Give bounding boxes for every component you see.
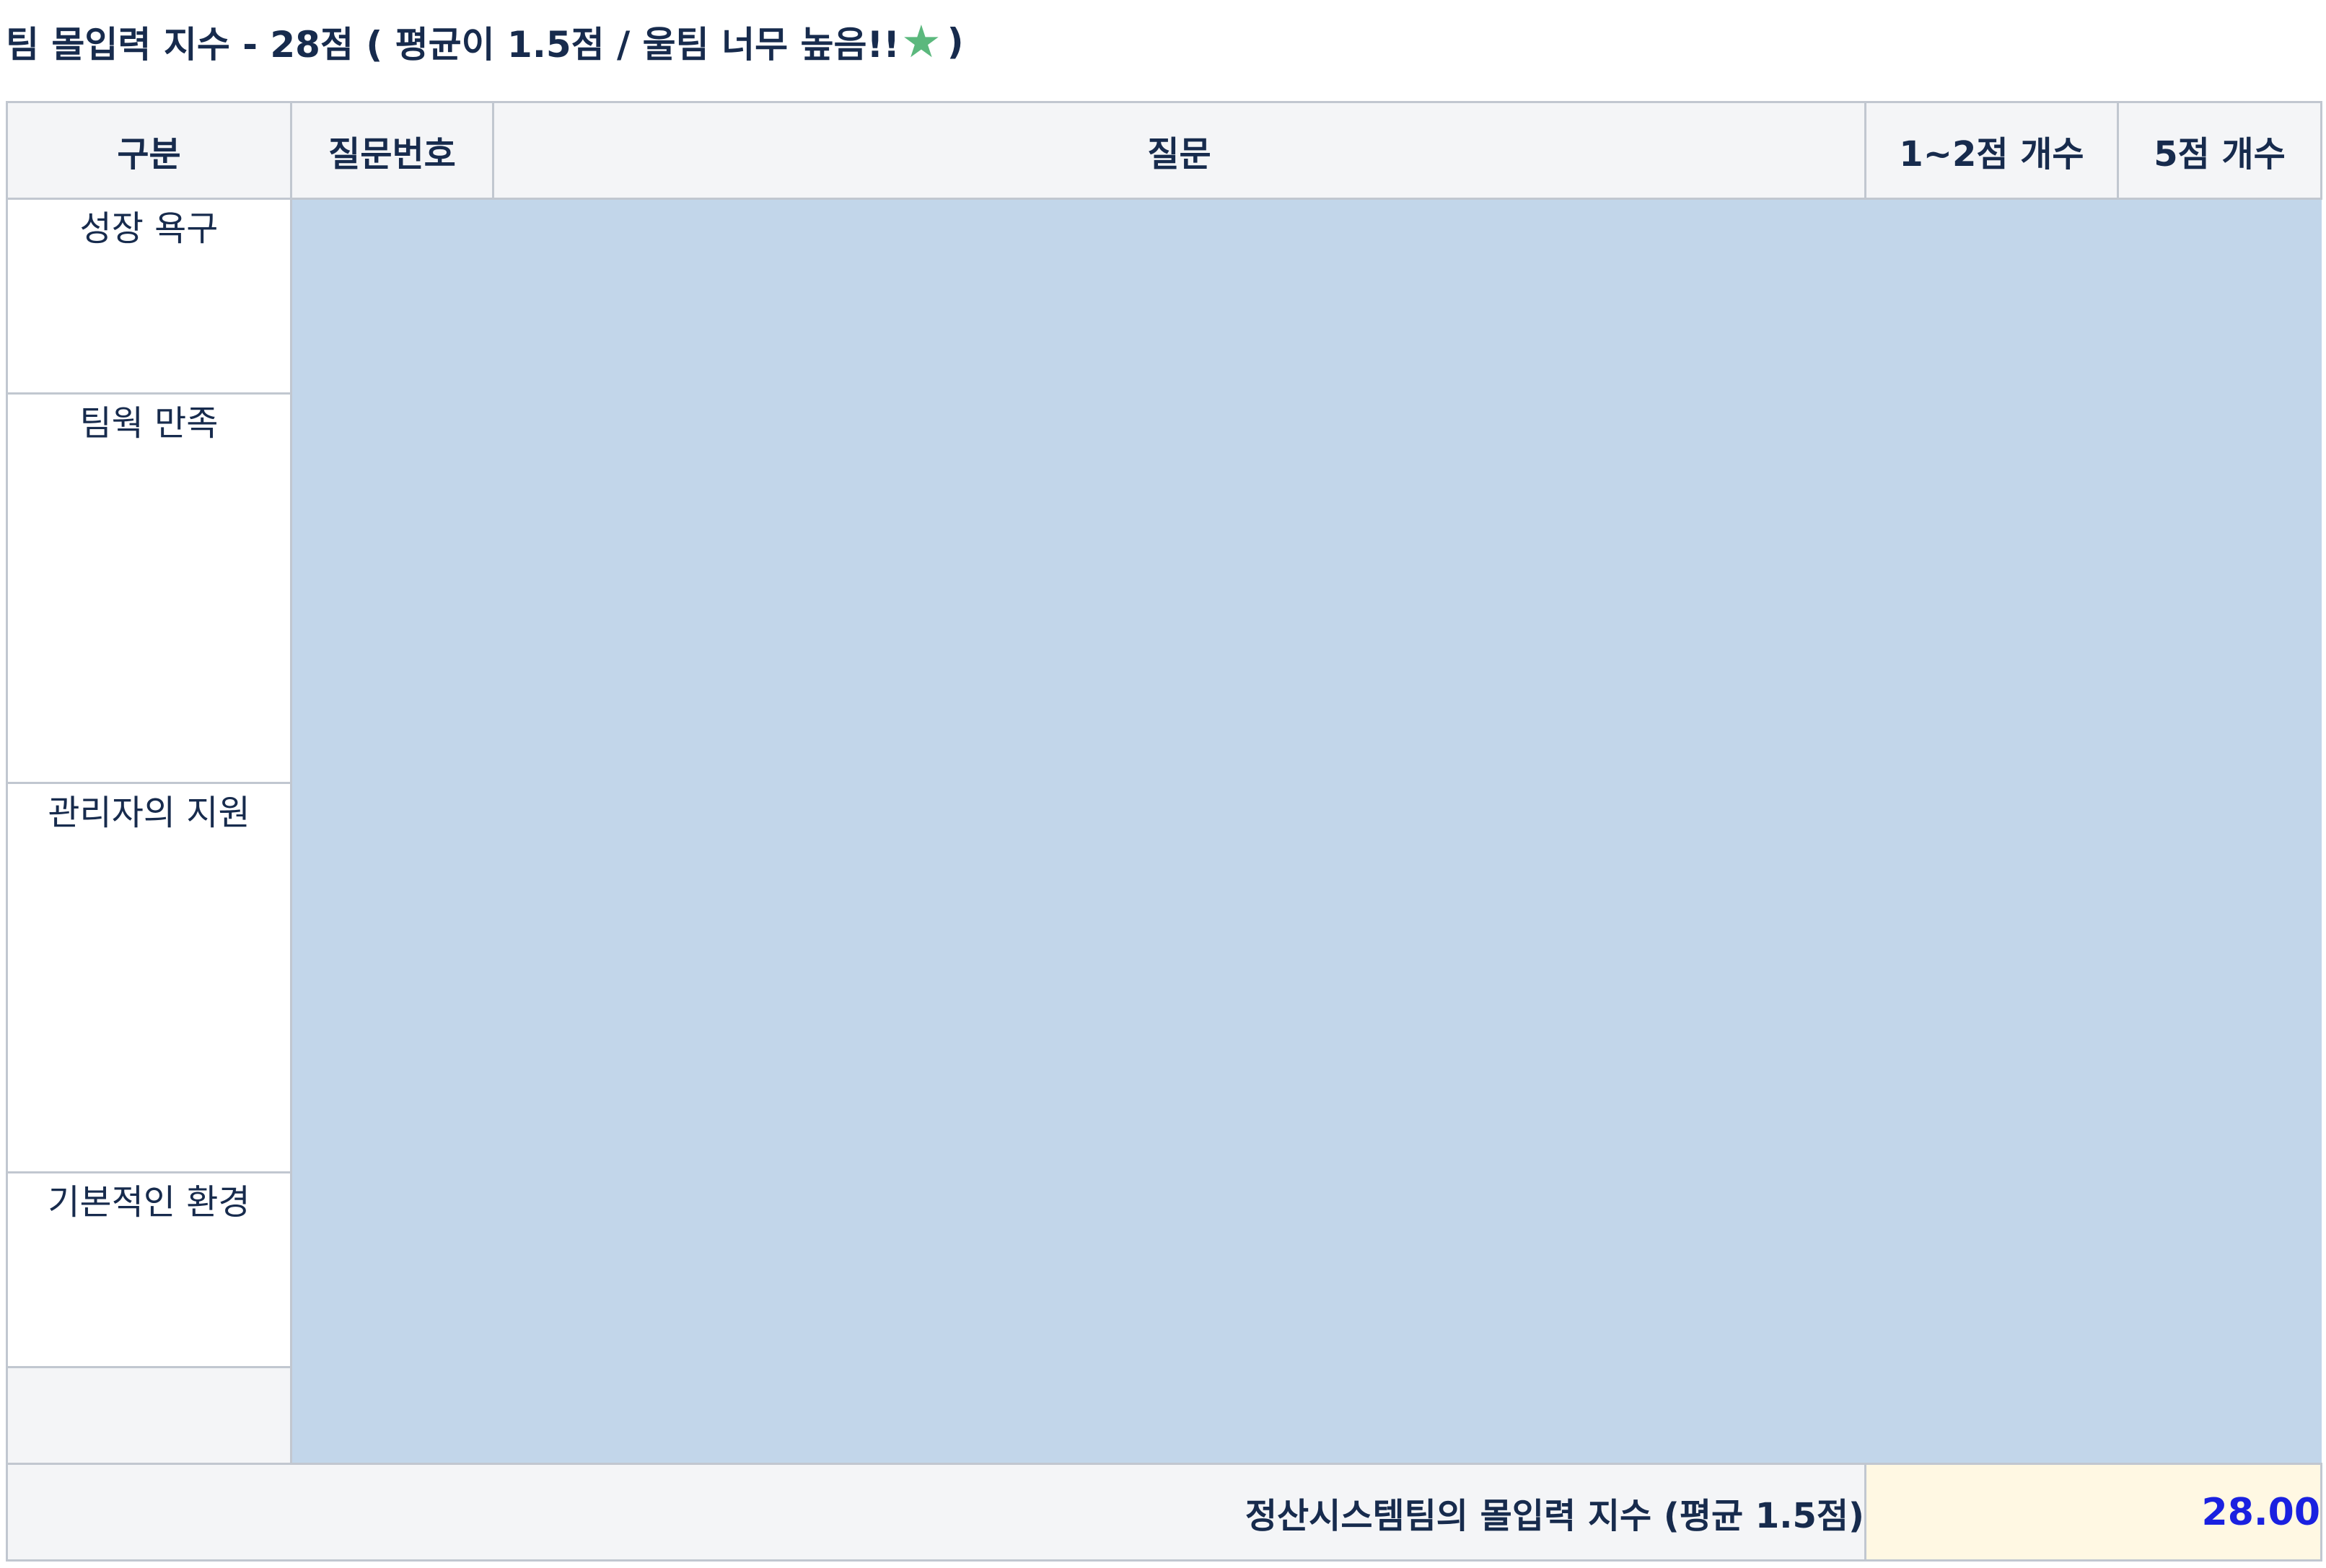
table-row: 성장 욕구 [6,198,2322,1464]
column-header-count-1-2: 1~2점 개수 [1864,101,2119,200]
column-header-question: 질문 [492,101,1866,200]
engagement-table: 구분 질문번호 질문 1~2점 개수 5점 개수 성장 욕구 팀웍 만족 관리자… [6,101,2322,1562]
table-footer-row: 정산시스템팀의 몰입력 지수 (평균 1.5점) 28.00 [6,1463,2322,1562]
table-header-row: 구분 질문번호 질문 1~2점 개수 5점 개수 [6,101,2322,200]
category-cell-growth: 성장 욕구 [6,198,292,395]
category-cell-basic-environment: 기본적인 환경 [6,1171,292,1368]
page-title-suffix: ) [947,21,964,63]
star-icon: ★ [901,15,942,68]
column-header-category: 구분 [6,101,292,200]
column-header-count-5: 5점 개수 [2117,101,2322,200]
footer-score-value: 28.00 [1864,1463,2322,1562]
footer-label: 정산시스템팀의 몰입력 지수 (평균 1.5점) [6,1463,1866,1562]
column-header-question-number: 질문번호 [290,101,494,200]
category-cell-manager-support: 관리자의 지원 [6,782,292,1173]
page-title-text: 팀 몰입력 지수 - 28점 ( 평균이 1.5점 / 울팀 너무 높음!! [6,24,900,66]
category-cell-teamwork: 팀웍 만족 [6,392,292,784]
page-title: 팀 몰입력 지수 - 28점 ( 평균이 1.5점 / 울팀 너무 높음!! ★… [6,13,964,71]
category-cell-empty [6,1366,292,1465]
masked-content-region [291,198,2322,1464]
